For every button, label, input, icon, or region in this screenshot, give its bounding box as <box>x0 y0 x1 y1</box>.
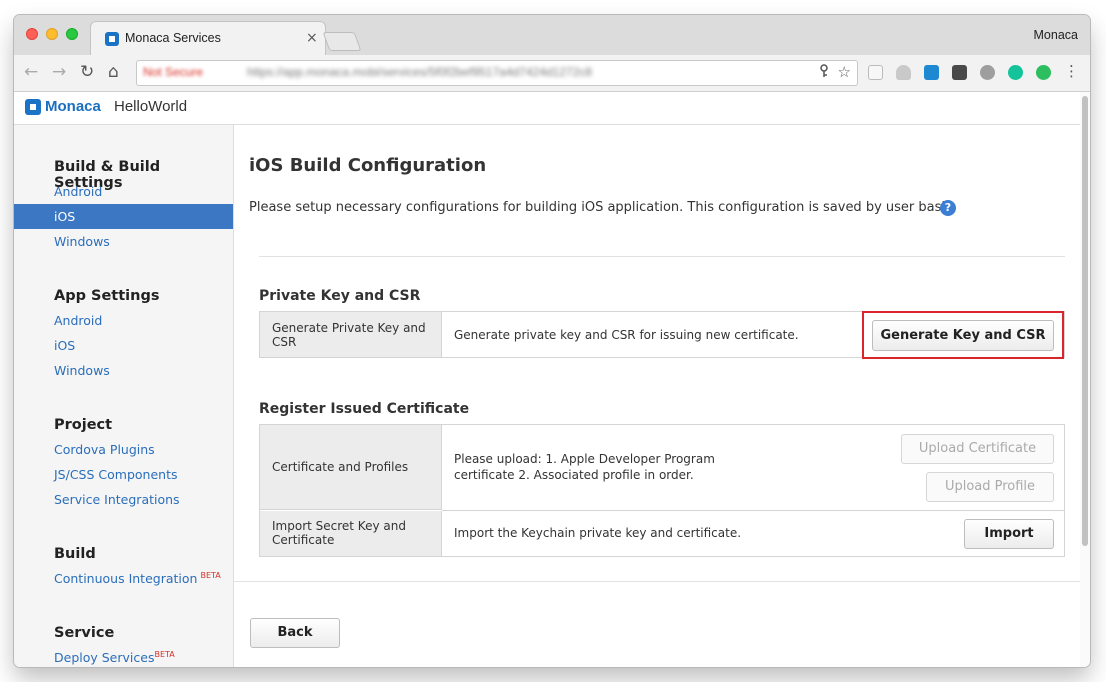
sidebar-heading-app-settings: App Settings <box>54 288 160 304</box>
security-warning[interactable]: Not Secure <box>143 65 203 79</box>
sidebar-item-js-css-components[interactable]: JS/CSS Components <box>54 467 178 482</box>
beta-badge: BETA <box>154 650 175 659</box>
back-button[interactable]: Back <box>250 618 340 648</box>
reload-icon[interactable]: ↻ <box>80 62 94 82</box>
grammarly-extension-icon[interactable] <box>1008 65 1023 80</box>
sidebar-item-build-ios[interactable]: iOS <box>14 204 233 229</box>
browser-window: Monaca Services × Monaca ← → ↻ ⌂ Not Sec… <box>14 15 1090 667</box>
zoom-window-button[interactable] <box>66 28 78 40</box>
upload-profile-button[interactable]: Upload Profile <box>926 472 1054 502</box>
divider <box>259 256 1065 257</box>
sidebar-item-build-android[interactable]: Android <box>54 184 102 199</box>
generate-key-and-csr-button[interactable]: Generate Key and CSR <box>872 320 1054 351</box>
bookmark-star-icon[interactable]: ☆ <box>838 63 851 81</box>
evernote-extension-icon[interactable] <box>1036 65 1051 80</box>
url-text[interactable]: https://app.monaca.mobi/services/5f0f2be… <box>247 65 592 79</box>
tab-bar: Monaca Services × Monaca <box>14 15 1090 56</box>
browser-tab[interactable]: Monaca Services × <box>90 21 326 55</box>
monaca-logo-text[interactable]: Monaca <box>45 98 101 115</box>
upload-certificate-button[interactable]: Upload Certificate <box>901 434 1054 464</box>
divider <box>234 581 1080 582</box>
sidebar-item-app-windows[interactable]: Windows <box>54 363 110 378</box>
row-label-line: CSR <box>272 335 297 349</box>
row-label-line: Generate Private Key and <box>272 321 426 335</box>
close-window-button[interactable] <box>26 28 38 40</box>
app-header: Monaca HelloWorld <box>14 92 1080 125</box>
row-text-certificate-line1: Please upload: 1. Apple Developer Progra… <box>454 452 715 466</box>
row-text-certificate-line2: certificate 2. Associated profile in ord… <box>454 468 694 482</box>
tab-close-icon[interactable]: × <box>306 30 318 46</box>
monaca-favicon-icon <box>105 32 119 46</box>
help-icon[interactable]: ? <box>940 200 956 216</box>
scrollbar-thumb[interactable] <box>1082 96 1088 546</box>
page-description: Please setup necessary configurations fo… <box>249 200 956 215</box>
row-label-line: Certificate <box>272 533 335 547</box>
row-text-import: Import the Keychain private key and cert… <box>454 526 742 540</box>
tab-title: Monaca Services <box>125 31 221 45</box>
row-label-line: Import Secret Key and <box>272 519 406 533</box>
sidebar-item-deploy-services[interactable]: Deploy ServicesBETA <box>54 650 175 665</box>
sidebar: Build & Build Settings Android iOS Windo… <box>14 125 234 667</box>
extension-blank-icon[interactable] <box>868 65 883 80</box>
profile-name[interactable]: Monaca <box>1034 28 1078 42</box>
sidebar-heading-project: Project <box>54 417 113 433</box>
section-title-register-certificate: Register Issued Certificate <box>259 401 470 417</box>
row-label-generate-key: Generate Private Key and CSR <box>260 312 442 357</box>
sidebar-item-label: iOS <box>54 209 76 224</box>
page-scrollbar[interactable] <box>1080 92 1090 667</box>
row-text-generate-key: Generate private key and CSR for issuing… <box>454 328 799 342</box>
row-label-line: Certificate and Profiles <box>272 460 409 474</box>
trello-extension-icon[interactable] <box>924 65 939 80</box>
sidebar-item-cordova-plugins[interactable]: Cordova Plugins <box>54 442 155 457</box>
sidebar-heading-service: Service <box>54 625 115 641</box>
register-certificate-table: Certificate and Profiles Please upload: … <box>259 424 1065 557</box>
minimize-window-button[interactable] <box>46 28 58 40</box>
beta-badge: BETA <box>200 571 221 580</box>
page-title: iOS Build Configuration <box>249 155 487 176</box>
row-divider <box>442 510 1064 511</box>
private-key-table: Generate Private Key and CSR Generate pr… <box>259 311 1065 359</box>
monaca-logo-icon[interactable] <box>25 99 41 115</box>
back-arrow-icon[interactable]: ← <box>24 62 38 82</box>
browser-toolbar: ← → ↻ ⌂ Not Secure https://app.monaca.mo… <box>14 55 1090 92</box>
sidebar-item-label: Continuous Integration <box>54 571 198 586</box>
forward-arrow-icon[interactable]: → <box>52 62 66 82</box>
address-bar[interactable]: Not Secure https://app.monaca.mobi/servi… <box>136 60 858 86</box>
browser-menu-icon[interactable]: ⋮ <box>1064 62 1079 80</box>
screen-extension-icon[interactable] <box>952 65 967 80</box>
section-title-private-key: Private Key and CSR <box>259 288 421 304</box>
sidebar-item-app-android[interactable]: Android <box>54 313 102 328</box>
sidebar-item-build-windows[interactable]: Windows <box>54 234 110 249</box>
sidebar-item-app-ios[interactable]: iOS <box>54 338 75 353</box>
sidebar-heading-build: Build <box>54 546 96 562</box>
home-icon[interactable]: ⌂ <box>108 62 119 82</box>
import-button[interactable]: Import <box>964 519 1054 549</box>
cloud-extension-icon[interactable] <box>896 65 911 80</box>
sidebar-item-label: Deploy Services <box>54 650 155 665</box>
sidebar-item-service-integrations[interactable]: Service Integrations <box>54 492 180 507</box>
row-label-import: Import Secret Key and Certificate <box>260 511 442 556</box>
project-name: HelloWorld <box>114 98 188 115</box>
key-icon[interactable] <box>819 64 829 82</box>
eye-extension-icon[interactable] <box>980 65 995 80</box>
sidebar-item-continuous-integration[interactable]: Continuous Integration BETA <box>54 571 221 586</box>
new-tab-button[interactable] <box>322 32 362 51</box>
main-content: iOS Build Configuration Please setup nec… <box>234 125 1080 667</box>
row-label-certificate-profiles: Certificate and Profiles <box>260 425 442 510</box>
